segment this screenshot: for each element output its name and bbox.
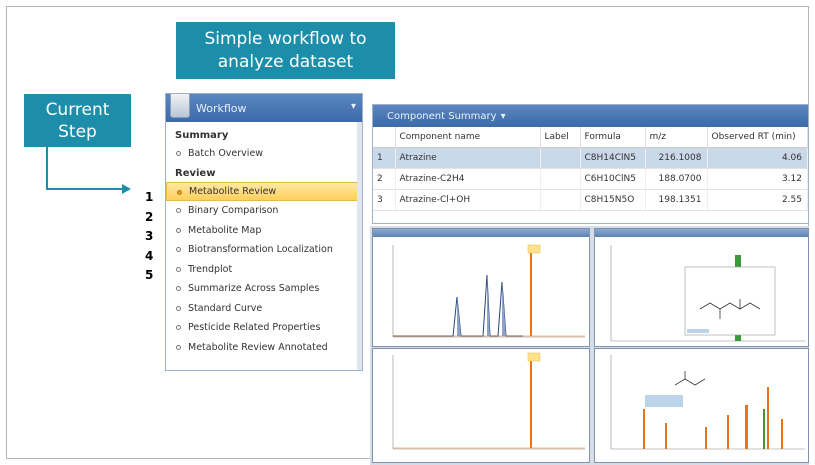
ms-spectrum-icon: [610, 355, 805, 450]
table-row[interactable]: 3 Atrazine-Cl+OH C8H15N5O 198.1351 2.55: [373, 189, 808, 211]
spectrum-plot-bottom[interactable]: [594, 348, 809, 463]
step-metabolite-review[interactable]: Metabolite Review: [166, 181, 362, 201]
ms-spectrum-icon: [610, 245, 805, 342]
component-name: Atrazine-C2H4: [395, 168, 541, 190]
chevron-down-icon[interactable]: ▾: [501, 111, 506, 122]
section-review: Review: [175, 167, 216, 179]
column-header-formula[interactable]: Formula: [580, 127, 646, 148]
workflow-header[interactable]: Workflow ▾: [166, 94, 362, 122]
step-bullet-icon: [176, 208, 181, 213]
step-metabolite-map[interactable]: Metabolite Map: [166, 221, 362, 241]
observed-rt: 3.12: [707, 168, 808, 190]
step-bullet-icon: [176, 286, 181, 291]
workflow-panel: Workflow ▾ Summary Batch Overview Review…: [165, 93, 363, 371]
step-binary-comparison[interactable]: Binary Comparison: [166, 201, 362, 221]
step-number: 3: [145, 229, 154, 243]
component-summary-title: Component Summary: [387, 110, 497, 122]
step-number: 2: [145, 209, 154, 224]
step-number: 5: [145, 268, 154, 282]
section-summary: Summary: [175, 130, 229, 141]
row-index: 2: [373, 168, 396, 190]
step-trendplot[interactable]: Trendplot: [166, 260, 362, 280]
column-header-label[interactable]: Label: [540, 127, 581, 148]
workflow-scrollbar[interactable]: [357, 122, 362, 370]
formula: C6H10ClN5: [580, 168, 646, 190]
step-batch-overview[interactable]: Batch Overview: [166, 144, 362, 164]
app-logo-icon: [170, 94, 190, 118]
mz: 198.1351: [645, 189, 708, 211]
observed-rt: 4.06: [707, 147, 808, 169]
step-standard-curve[interactable]: Standard Curve: [166, 299, 362, 319]
component-summary-panel: Component Summary ▾ Component name Label…: [372, 104, 809, 224]
step-pesticide-related-properties[interactable]: Pesticide Related Properties: [166, 318, 362, 338]
step-biotransformation-localization[interactable]: Biotransformation Localization: [166, 240, 362, 260]
plot-titlebar: [595, 229, 808, 237]
dropdown-icon[interactable]: ▾: [351, 101, 356, 112]
plot-titlebar: [373, 229, 589, 237]
component-label: [540, 189, 581, 211]
step-label: Batch Overview: [188, 148, 264, 160]
step-bullet-icon: [176, 344, 181, 350]
step-bullet-icon: [176, 227, 181, 233]
component-label: [540, 168, 581, 190]
step-label: Pesticide Related Properties: [188, 322, 321, 334]
step-bullet-icon: [176, 305, 181, 311]
step-bullet-icon: [176, 266, 181, 272]
formula: C8H15N5O: [580, 189, 646, 211]
step-label: Metabolite Map: [188, 224, 262, 236]
mz: 216.1008: [645, 147, 708, 169]
column-header-rt[interactable]: Observed RT (min): [707, 127, 808, 148]
step-label: Standard Curve: [188, 302, 263, 314]
step-number: 1: [145, 190, 154, 204]
table-row[interactable]: 1 Atrazine C8H14ClN5 216.1008 4.06: [373, 147, 808, 169]
step-bullet-icon: [176, 325, 181, 330]
step-label: Biotransformation Localization: [188, 244, 333, 256]
xic-plot-bottom[interactable]: [372, 348, 590, 463]
table-row[interactable]: 2 Atrazine-C2H4 C6H10ClN5 188.0700 3.12: [373, 168, 808, 190]
component-summary-header[interactable]: Component Summary ▾: [373, 105, 808, 127]
step-label: Summarize Across Samples: [188, 283, 320, 295]
row-index: 3: [373, 189, 396, 211]
step-bullet-icon: [177, 189, 182, 195]
step-label: Metabolite Review Annotated: [188, 341, 328, 353]
step-label: Binary Comparison: [188, 205, 279, 217]
step-summarize-across-samples[interactable]: Summarize Across Samples: [166, 279, 362, 299]
step-bullet-icon: [176, 151, 181, 156]
column-header-mz[interactable]: m/z: [645, 127, 708, 148]
step-metabolite-review-annotated[interactable]: Metabolite Review Annotated: [166, 338, 362, 358]
component-name: Atrazine: [395, 147, 541, 169]
mz: 188.0700: [645, 168, 708, 190]
workflow-title: Workflow: [196, 101, 247, 115]
column-header-index: [373, 127, 396, 148]
row-index: 1: [373, 147, 396, 169]
observed-rt: 2.55: [707, 189, 808, 211]
chromatogram-icon: [392, 352, 585, 450]
step-label: Metabolite Review: [189, 185, 277, 197]
column-header-name[interactable]: Component name: [395, 127, 541, 148]
chromatogram-icon: [392, 244, 585, 338]
step-numbers: 1 2 3 4 5: [145, 190, 153, 288]
component-label: [540, 147, 581, 169]
step-number: 4: [145, 248, 154, 263]
formula: C8H14ClN5: [580, 147, 646, 169]
spectrum-plot-top[interactable]: [594, 228, 809, 347]
component-name: Atrazine-Cl+OH: [395, 189, 541, 211]
step-bullet-icon: [176, 247, 181, 252]
xic-plot-top[interactable]: [372, 228, 590, 347]
step-label: Trendplot: [188, 263, 233, 275]
component-table: Component name Label Formula m/z Observe…: [373, 127, 808, 211]
